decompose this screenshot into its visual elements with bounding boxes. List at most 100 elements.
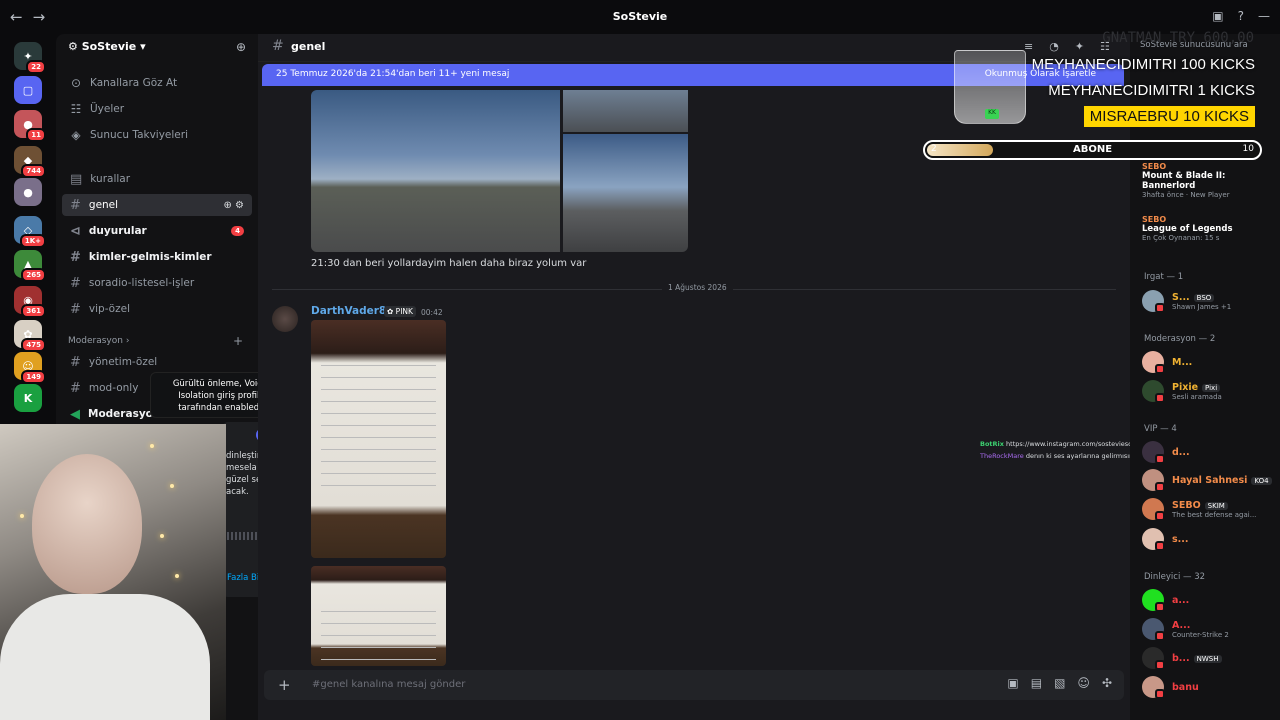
activity-user: SEBO — [1142, 215, 1167, 224]
home-icon[interactable]: ▢ — [14, 76, 42, 104]
server-icon[interactable]: ☺ 149 — [14, 352, 46, 384]
pin-icon[interactable]: ✦ — [1075, 40, 1084, 53]
inbox-icon[interactable]: ▣ — [1212, 9, 1223, 23]
channel-title: genel — [291, 40, 326, 53]
title-bar: ← → SoStevie ▣? — — [0, 0, 1280, 34]
server-badge: 475 — [21, 338, 46, 352]
member-item[interactable]: M... — [1142, 349, 1192, 375]
mention-badge: 4 — [231, 226, 244, 236]
member-group-label: Moderasyon — 2 — [1144, 334, 1216, 344]
attachment-photo[interactable] — [311, 320, 446, 558]
member-item[interactable]: b... NWSH — [1142, 645, 1222, 671]
server-icon[interactable]: ✦ 22 — [14, 42, 46, 74]
fairy-light — [150, 444, 154, 448]
rules-icon: ▤ — [70, 171, 83, 187]
chat-line: BotRix https://www.instagram.com/sostevi… — [980, 438, 1134, 450]
hash-icon: # — [70, 354, 81, 370]
server-badge: 11 — [26, 128, 46, 142]
channel-duyurular[interactable]: ⊲ duyurular 4 — [62, 220, 252, 242]
message-composer[interactable]: + #genel kanalına mesaj gönder ▣ ▤ ▧ ☺ ✣ — [264, 670, 1124, 700]
channel-soradio[interactable]: # soradio-listesel-işler — [62, 272, 252, 294]
add-attachment-icon[interactable]: + — [278, 676, 291, 694]
member-item[interactable]: Hayal Sahnesi KO4 — [1142, 467, 1272, 493]
avatar — [1142, 380, 1165, 403]
member-item[interactable]: banu — [1142, 674, 1199, 700]
role-label: PINK — [395, 307, 413, 316]
member-tag: NWSH — [1193, 654, 1222, 663]
speaker-icon: ◀ — [70, 406, 80, 422]
server-badge: 265 — [21, 268, 46, 282]
member-item[interactable]: A... Counter-Strike 2 — [1142, 616, 1229, 642]
member-item[interactable]: d... — [1142, 439, 1190, 465]
members-icon: ☷ — [70, 102, 82, 116]
member-item[interactable]: Pixie Pixi Sesli aramada — [1142, 378, 1222, 404]
attachment-image[interactable] — [563, 134, 688, 252]
server-name-button[interactable]: ⚙ SoStevie ▾ — [68, 40, 146, 53]
minimize-icon[interactable]: — — [1258, 9, 1270, 23]
channel-genel[interactable]: # genel ⊕ ⚙ — [62, 194, 252, 216]
invite-icon[interactable]: ⊕ — [236, 40, 246, 54]
fairy-light — [175, 574, 179, 578]
server-badge: 22 — [26, 60, 46, 74]
member-name: S... — [1172, 291, 1190, 303]
streamer-face — [32, 454, 142, 594]
member-item[interactable]: S... BSO Shawn James +1 — [1142, 288, 1231, 314]
attachment-image[interactable] — [563, 90, 688, 132]
server-boosts-item[interactable]: ◈ Sunucu Takviyeleri — [68, 128, 188, 142]
server-badge: 361 — [21, 304, 46, 318]
member-item[interactable]: a... — [1142, 587, 1189, 613]
activity-card[interactable]: SEBO Mount & Blade II: Bannerlord 3hafta ö… — [1142, 162, 1280, 199]
channel-label: kimler-gelmis-kimler — [88, 251, 212, 263]
server-icon[interactable]: K — [14, 384, 42, 412]
help-icon[interactable]: ? — [1238, 9, 1244, 23]
avatar[interactable] — [272, 306, 298, 332]
server-icon[interactable]: ◉ 361 — [14, 286, 46, 318]
emoji-icon[interactable]: ☺ — [1077, 676, 1090, 690]
member-group-label: Dinleyici — 32 — [1144, 572, 1206, 582]
bell-icon[interactable]: ◔ — [1049, 40, 1059, 53]
add-channel-icon[interactable]: + — [233, 334, 243, 348]
channel-vip-ozel[interactable]: # vip-özel — [62, 298, 252, 320]
channel-settings-icon[interactable]: ⊕ ⚙ — [223, 200, 244, 211]
channel-kurallar[interactable]: ▤ kurallar — [62, 168, 252, 190]
attachment-image[interactable] — [311, 90, 560, 252]
channel-label: mod-only — [88, 382, 139, 394]
date-label: 1 Ağustos 2026 — [662, 283, 733, 292]
hash-icon: # — [70, 301, 81, 317]
server-badge: 1K+ — [19, 234, 46, 248]
channel-yonetim-ozel[interactable]: # yönetim-özel — [62, 351, 252, 373]
gift-icon[interactable]: ▣ — [1007, 676, 1018, 690]
message-content: 21:30 dan beri yollardayim halen daha bi… — [311, 258, 587, 269]
subscriber-goal-bar: 2 ABONE 10 — [923, 140, 1262, 160]
member-item[interactable]: s... — [1142, 526, 1188, 552]
server-icon[interactable]: ● 11 — [14, 110, 46, 142]
date-divider: 1 Ağustos 2026 — [272, 283, 1116, 292]
gif-icon[interactable]: ▤ — [1031, 676, 1042, 690]
message-author[interactable]: DarthVader88 — [311, 305, 394, 317]
chat-area: # genel ≡ ◔ ✦ ☷ 25 Temmuz 2026'da 21:54'dan… — [258, 34, 1130, 720]
browse-channels-item[interactable]: ⊙ Kanallara Göz At — [68, 76, 177, 90]
server-icon[interactable]: ▲ 265 — [14, 250, 46, 282]
sticker-icon[interactable]: ▧ — [1054, 676, 1065, 690]
hash-icon: # — [70, 249, 81, 265]
members-item[interactable]: ☷ Üyeler — [68, 102, 124, 116]
avatar — [1142, 528, 1165, 551]
server-icon[interactable]: ● — [14, 178, 42, 206]
server-icon[interactable]: ✿ 475 — [14, 320, 46, 352]
activity-sub: En Çok Oynanan: 15 s — [1142, 234, 1220, 242]
channel-kimler-gelmis-kimler[interactable]: # kimler-gelmis-kimler — [62, 246, 252, 268]
member-item[interactable]: SEBO SKIM The best defense agai... — [1142, 496, 1256, 522]
activity-card[interactable]: SEBO League of Legends En Çok Oynanan: 15 … — [1142, 215, 1233, 242]
category-moderasyon[interactable]: Moderasyon › + — [68, 334, 243, 348]
item-label: Sunucu Takviyeleri — [90, 129, 189, 141]
announcement-icon: ⊲ — [70, 223, 81, 239]
chat-line: TheRockMare denın ki ses ayarlarına geli… — [980, 450, 1134, 462]
channel-label: duyurular — [88, 225, 147, 237]
avatar — [1142, 618, 1165, 641]
server-icon[interactable]: ◆ 744 — [14, 146, 46, 178]
hash-icon: # — [70, 380, 81, 396]
apps-icon[interactable]: ✣ — [1102, 676, 1112, 690]
server-icon[interactable]: ◇ 1K+ — [14, 216, 46, 248]
attachment-photo[interactable] — [311, 566, 446, 666]
webcam-feed — [0, 424, 226, 720]
